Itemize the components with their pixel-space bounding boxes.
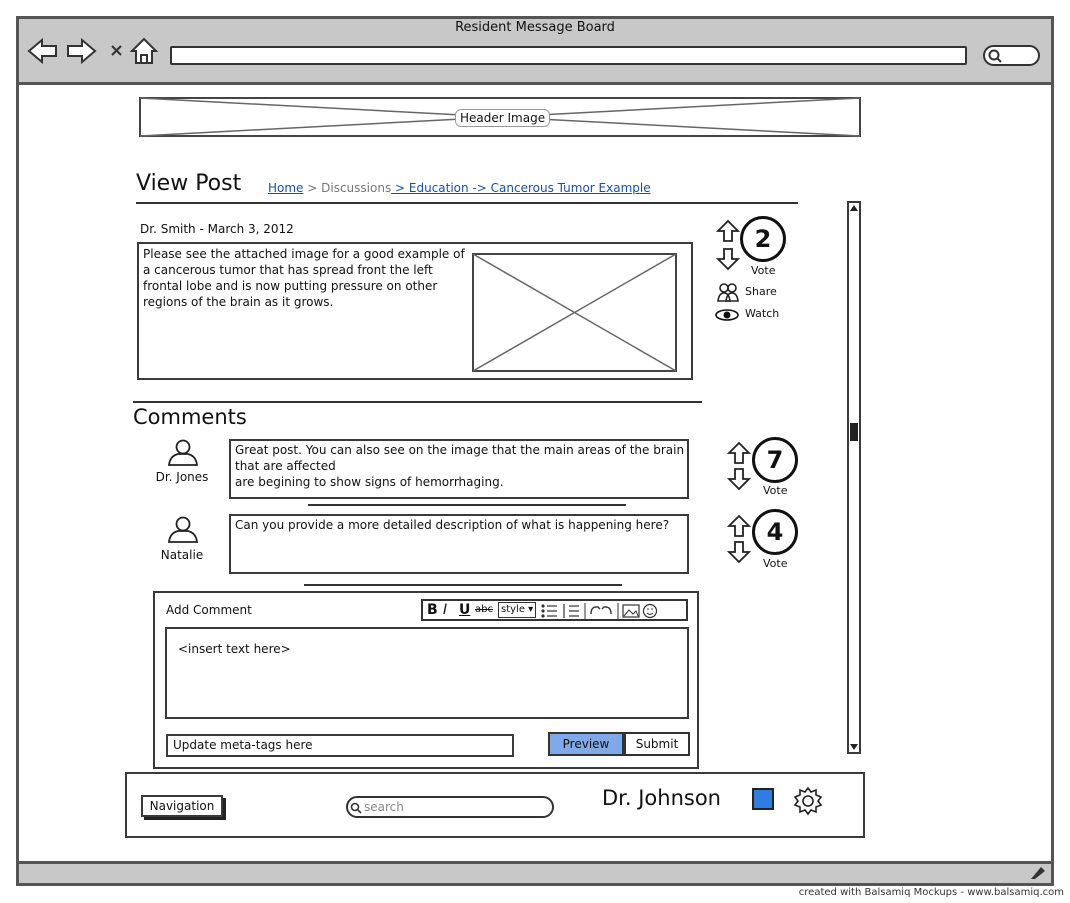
window-title: Resident Message Board bbox=[455, 20, 615, 35]
share-icon[interactable] bbox=[716, 281, 740, 303]
toolbar-icons bbox=[541, 603, 658, 619]
strikethrough-button[interactable]: abc bbox=[475, 604, 493, 615]
home-icon[interactable] bbox=[129, 37, 159, 64]
submit-button[interactable]: Submit bbox=[624, 732, 690, 756]
upvote-icon[interactable] bbox=[727, 514, 751, 537]
comment-line: are begining to show signs of hemorrhagi… bbox=[235, 475, 504, 489]
emoji-icon[interactable] bbox=[642, 603, 658, 619]
url-bar[interactable] bbox=[170, 46, 967, 65]
current-user-name: Dr. Johnson bbox=[602, 786, 721, 810]
comments-heading: Comments bbox=[133, 405, 247, 429]
post-image[interactable] bbox=[472, 253, 677, 372]
comment-vote-count: 7 bbox=[752, 437, 798, 483]
comment-line: that are affected bbox=[235, 459, 336, 473]
comment-vote-arrows bbox=[727, 514, 751, 564]
back-arrow-icon[interactable] bbox=[27, 37, 57, 65]
style-dropdown-label: style bbox=[501, 604, 525, 615]
browser-status-bar bbox=[19, 861, 1051, 883]
bold-button[interactable]: B bbox=[427, 602, 438, 618]
insert-image-icon[interactable] bbox=[622, 604, 640, 618]
header-image-label: Header Image bbox=[455, 109, 551, 127]
post-vote-count: 2 bbox=[740, 216, 786, 262]
italic-button[interactable]: I bbox=[443, 602, 447, 618]
footer-search-input[interactable]: search bbox=[346, 796, 554, 818]
close-icon[interactable] bbox=[111, 45, 122, 56]
search-icon bbox=[350, 802, 362, 814]
comments-divider bbox=[133, 401, 702, 403]
numbered-list-icon[interactable] bbox=[563, 604, 579, 618]
upvote-icon[interactable] bbox=[727, 441, 751, 464]
breadcrumb: Home > Discussions > Education -> Cancer… bbox=[268, 181, 651, 195]
redo-icon[interactable] bbox=[601, 606, 612, 615]
comment-textarea[interactable] bbox=[165, 627, 689, 719]
watch-label[interactable]: Watch bbox=[745, 307, 779, 320]
downvote-icon[interactable] bbox=[727, 468, 751, 491]
meta-tags-field[interactable]: Update meta-tags here bbox=[166, 734, 514, 757]
user-avatar-icon bbox=[167, 516, 199, 543]
comment-line: Great post. You can also see on the imag… bbox=[235, 443, 685, 457]
comment-divider bbox=[304, 584, 622, 586]
editor-toolbar: B I U abc style ▾ bbox=[421, 599, 688, 621]
resize-grip-icon[interactable] bbox=[1029, 865, 1047, 881]
forward-arrow-icon[interactable] bbox=[67, 37, 97, 65]
vertical-scrollbar[interactable] bbox=[847, 201, 861, 754]
breadcrumb-discussions[interactable]: Discussions bbox=[321, 181, 391, 195]
bullet-list-icon[interactable] bbox=[541, 604, 557, 618]
preview-button[interactable]: Preview bbox=[548, 732, 624, 756]
eye-icon[interactable] bbox=[715, 308, 739, 322]
breadcrumb-home[interactable]: Home bbox=[268, 181, 303, 195]
post-vote-arrows bbox=[716, 219, 740, 271]
breadcrumb-current[interactable]: > Education -> Cancerous Tumor Example bbox=[391, 181, 651, 195]
comment-text: Can you provide a more detailed descript… bbox=[235, 518, 670, 532]
credit-text: created with Balsamiq Mockups - www.bals… bbox=[798, 887, 1064, 898]
comment-textarea-placeholder: <insert text here> bbox=[178, 642, 291, 656]
comment-divider bbox=[308, 504, 626, 506]
navigation-button[interactable]: Navigation bbox=[141, 795, 223, 817]
undo-icon[interactable] bbox=[590, 606, 601, 615]
post-vote-label: Vote bbox=[751, 264, 776, 277]
comment-text: Great post. You can also see on the imag… bbox=[235, 442, 685, 490]
add-comment-label: Add Comment bbox=[166, 603, 252, 617]
comment-author: Natalie bbox=[160, 548, 204, 562]
gear-icon[interactable] bbox=[792, 786, 824, 816]
scroll-down-icon[interactable] bbox=[849, 742, 859, 752]
user-avatar-icon bbox=[167, 439, 199, 466]
downvote-icon[interactable] bbox=[716, 248, 740, 271]
downvote-icon[interactable] bbox=[727, 541, 751, 564]
comment-author: Dr. Jones bbox=[155, 470, 209, 484]
share-label[interactable]: Share bbox=[745, 285, 777, 298]
comment-vote-label: Vote bbox=[763, 484, 788, 497]
search-placeholder: search bbox=[364, 800, 404, 814]
post-body-text: Please see the attached image for a good… bbox=[143, 247, 465, 309]
title-divider bbox=[136, 202, 798, 204]
comment-vote-arrows bbox=[727, 441, 751, 491]
browser-nav-icons bbox=[27, 37, 159, 65]
breadcrumb-separator: > bbox=[303, 181, 322, 195]
page-title: View Post bbox=[136, 171, 242, 196]
notification-icon[interactable] bbox=[752, 788, 774, 810]
scroll-up-icon[interactable] bbox=[849, 203, 859, 213]
underline-button[interactable]: U bbox=[459, 602, 470, 618]
search-icon bbox=[988, 49, 1002, 63]
style-dropdown[interactable]: style ▾ bbox=[498, 602, 537, 618]
comment-vote-count: 4 bbox=[752, 509, 798, 555]
browser-search[interactable] bbox=[983, 45, 1040, 66]
comment-vote-label: Vote bbox=[763, 557, 788, 570]
post-meta: Dr. Smith - March 3, 2012 bbox=[140, 222, 294, 236]
scrollbar-thumb[interactable] bbox=[850, 423, 858, 441]
upvote-icon[interactable] bbox=[716, 219, 740, 242]
